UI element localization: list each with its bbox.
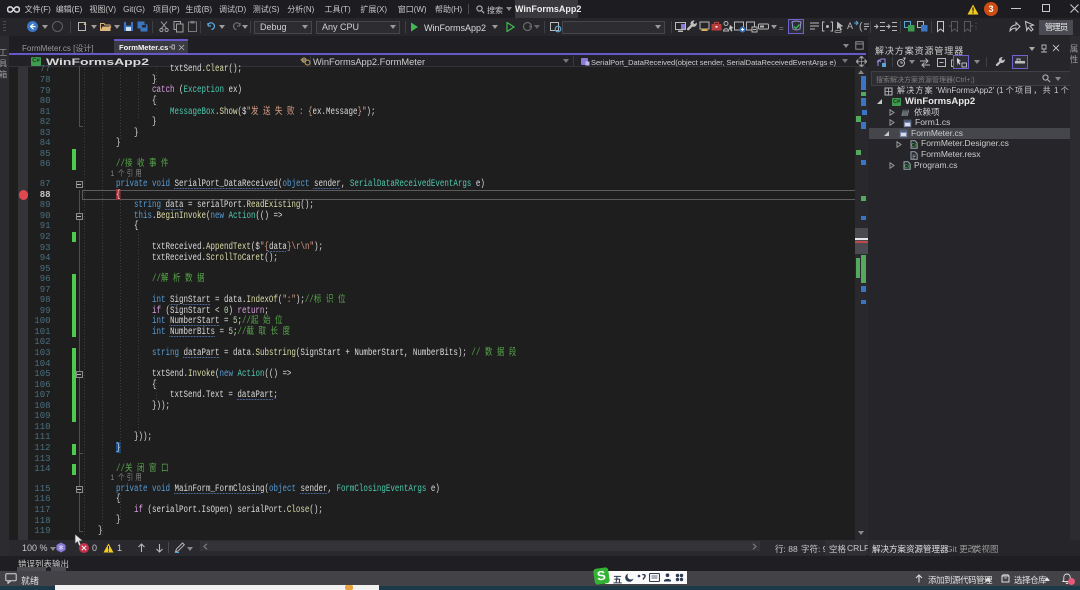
svg-text:C#: C# [911,143,918,149]
svg-text:C#: C# [904,164,911,170]
svg-text:A: A [847,21,853,31]
svg-text:(: ( [859,22,863,33]
